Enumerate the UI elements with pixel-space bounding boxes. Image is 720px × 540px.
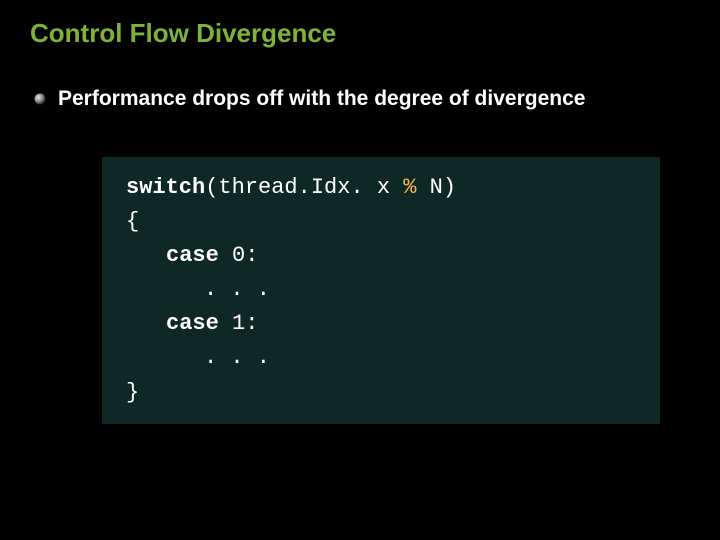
code-line-case1: case 1: <box>126 307 640 341</box>
ellipsis1: . . . <box>204 345 270 370</box>
bullet-text: Performance drops off with the degree of… <box>58 87 585 111</box>
bullet-row: Performance drops off with the degree of… <box>34 87 690 111</box>
case1-rest: 1: <box>219 311 259 336</box>
slide-container: Control Flow Divergence Performance drop… <box>0 0 720 540</box>
code-pct: % <box>403 175 429 200</box>
slide-title: Control Flow Divergence <box>30 18 690 49</box>
ellipsis0: . . . <box>204 277 270 302</box>
code-line-ellipsis1: . . . <box>126 341 640 375</box>
keyword-case1: case <box>166 311 219 336</box>
code-line-case0: case 0: <box>126 239 640 273</box>
code-line-brace-close: } <box>126 376 640 410</box>
bullet-icon <box>34 93 46 105</box>
code-close-paren: ) <box>443 175 456 200</box>
brace-open: { <box>126 209 139 234</box>
code-n: N <box>430 175 443 200</box>
code-block: switch(thread.Idx. x % N) { case 0: . . … <box>102 157 660 424</box>
code-expr-open: (thread.Idx. x <box>205 175 403 200</box>
keyword-switch: switch <box>126 175 205 200</box>
case0-rest: 0: <box>219 243 259 268</box>
code-line-brace-open: { <box>126 205 640 239</box>
code-line-ellipsis0: . . . <box>126 273 640 307</box>
brace-close: } <box>126 380 139 405</box>
code-line-switch: switch(thread.Idx. x % N) <box>126 171 640 205</box>
keyword-case0: case <box>166 243 219 268</box>
